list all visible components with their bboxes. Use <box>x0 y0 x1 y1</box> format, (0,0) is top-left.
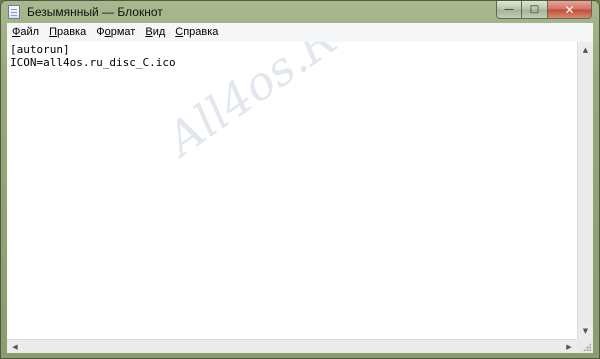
text-editor[interactable]: [autorun] ICON=all4os.ru_disc_C.ico All4… <box>7 42 577 339</box>
menu-help-rest: правка <box>183 26 219 38</box>
notepad-icon[interactable] <box>8 5 20 19</box>
horizontal-scrollbar[interactable]: ◀ ▶ <box>7 339 577 353</box>
vertical-scrollbar[interactable]: ▲ ▼ <box>577 42 593 339</box>
notepad-window: Безымянный — Блокнот — □ ✕ Файл Правка Ф… <box>0 0 600 359</box>
menu-edit-rest: равка <box>56 26 87 38</box>
resize-grip-icon[interactable] <box>583 343 591 351</box>
menu-view-rest: ид <box>152 26 166 38</box>
scroll-up-icon[interactable]: ▲ <box>578 42 593 58</box>
menu-edit-accel: П <box>49 26 57 38</box>
menu-view-accel: В <box>145 26 153 38</box>
scroll-down-icon[interactable]: ▼ <box>578 323 593 339</box>
caption-buttons: — □ ✕ <box>496 1 592 19</box>
editor-line: ICON=all4os.ru_disc_C.ico <box>10 56 176 69</box>
menu-file-rest: айл <box>20 26 40 38</box>
menu-format-pre: Ф <box>96 26 105 38</box>
menu-view[interactable]: Вид <box>140 23 170 42</box>
menu-bar: Файл Правка Формат Вид Справка <box>7 23 593 43</box>
close-button[interactable]: ✕ <box>548 1 592 19</box>
menu-edit[interactable]: Правка <box>44 23 91 42</box>
menu-format-rest: рмат <box>110 26 136 38</box>
maximize-button[interactable]: □ <box>522 1 548 19</box>
menu-file[interactable]: Файл <box>7 23 44 42</box>
title-bar[interactable]: Безымянный — Блокнот — □ ✕ <box>1 1 599 23</box>
editor-line: [autorun] <box>10 43 70 56</box>
editor-lines: [autorun] ICON=all4os.ru_disc_C.ico <box>7 42 577 69</box>
window-title: Безымянный — Блокнот <box>27 5 163 19</box>
resize-corner[interactable] <box>577 339 593 353</box>
menu-help[interactable]: Справка <box>170 23 223 42</box>
scroll-left-icon[interactable]: ◀ <box>7 340 23 353</box>
minimize-button[interactable]: — <box>496 1 522 19</box>
menu-format[interactable]: Формат <box>91 23 140 42</box>
scroll-right-icon[interactable]: ▶ <box>561 340 577 353</box>
